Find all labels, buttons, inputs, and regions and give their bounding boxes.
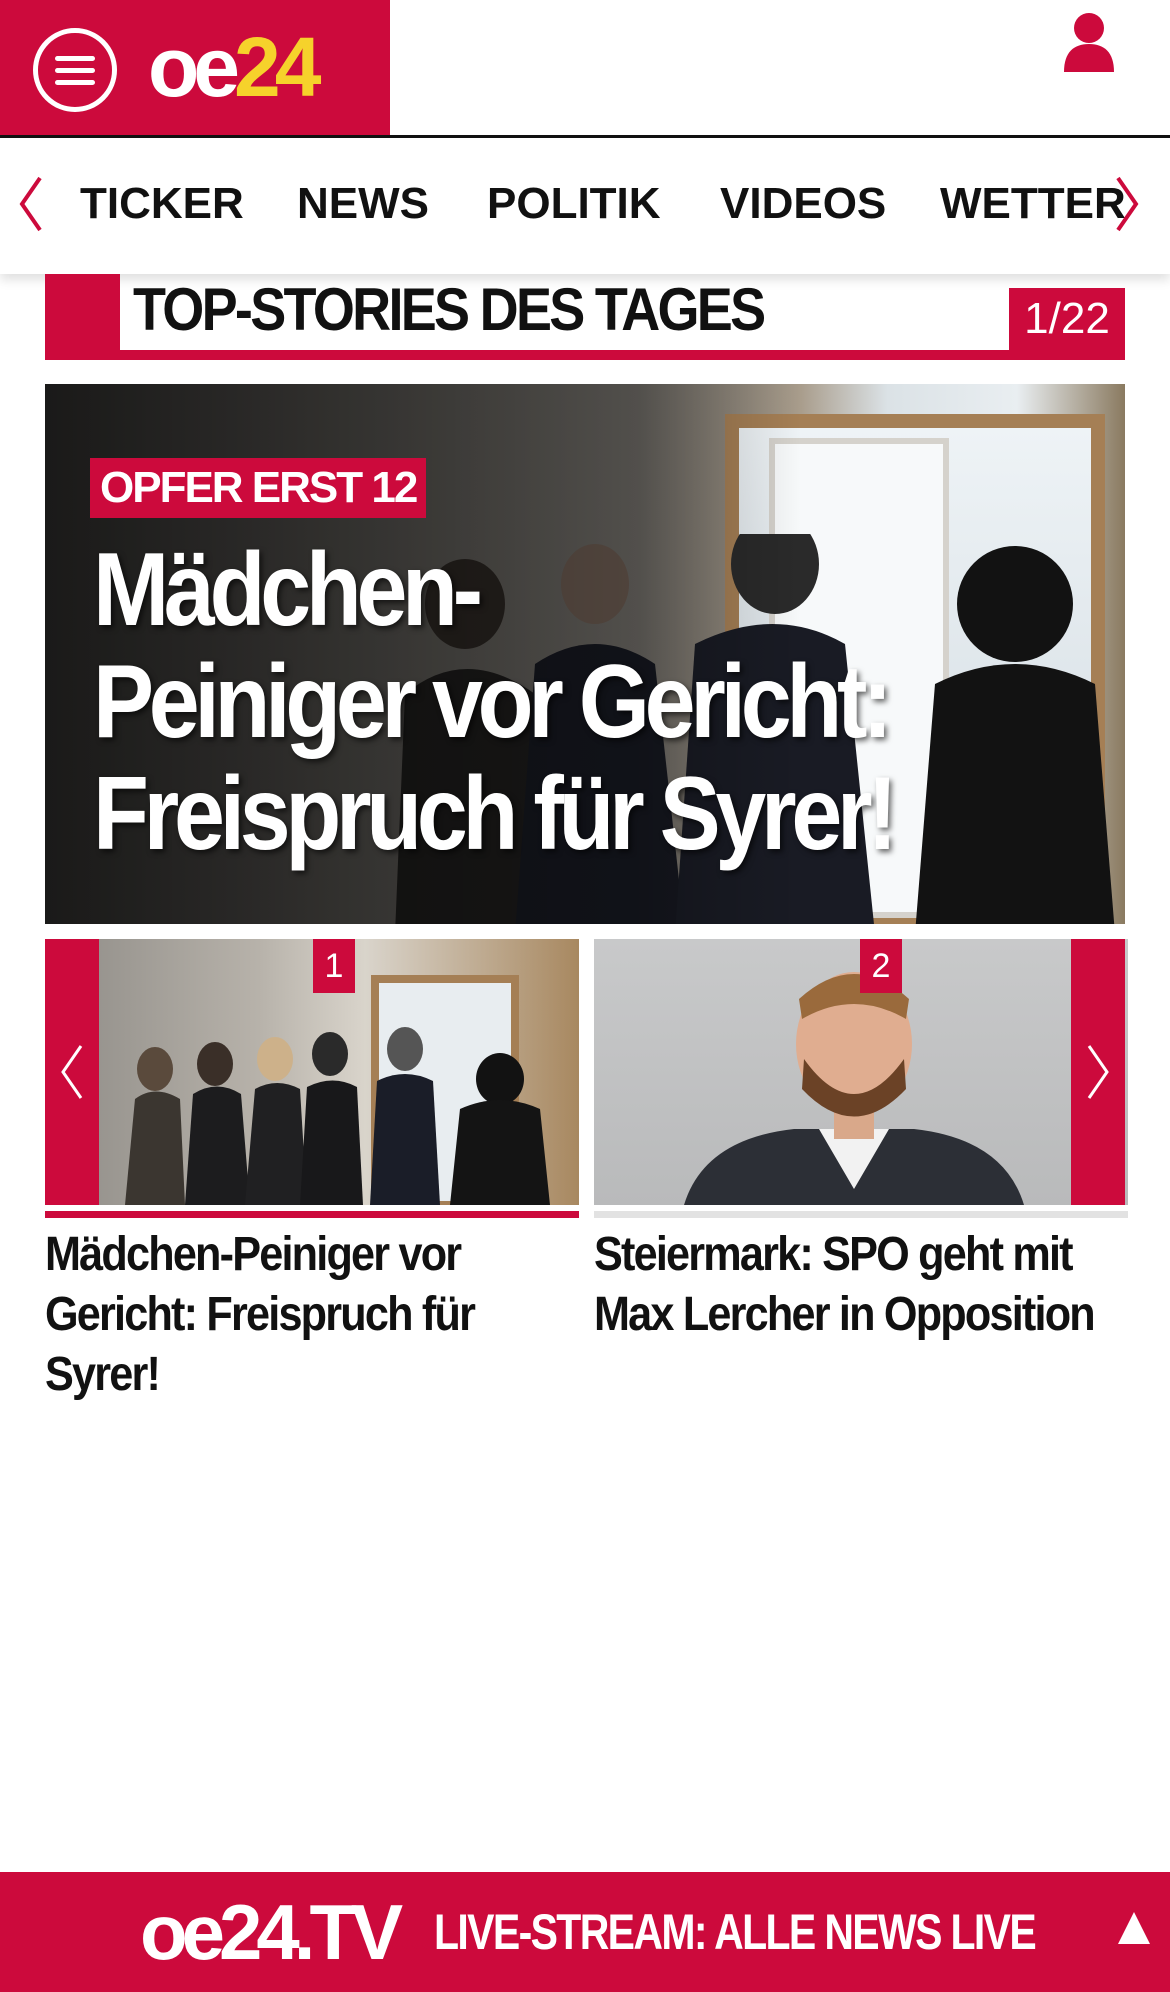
slide-counter: 1/22 [1009, 288, 1125, 350]
section-header: TOP-STORIES DES TAGES 1/22 [45, 274, 1125, 360]
teaser-number: 1 [313, 939, 355, 993]
teaser-image-people [125, 975, 550, 1205]
brand-block: oe24 [0, 0, 390, 135]
teaser-title[interactable]: Steiermark: SPO geht mit Max Lercher in … [594, 1225, 1096, 1345]
hero-title[interactable]: Mädchen- Peiniger vor Gericht: Freispruc… [93, 532, 898, 872]
nav-item-politik[interactable]: POLITIK [487, 178, 661, 230]
nav-item-videos[interactable]: VIDEOS [720, 178, 886, 230]
site-logo[interactable]: oe24 [148, 22, 322, 112]
site-header: oe24 [0, 0, 1170, 138]
nav-prev-arrow-icon[interactable] [16, 174, 46, 234]
teaser-title-line: Gericht: Freispruch für [45, 1288, 476, 1341]
nav-item-wetter[interactable]: WETTER [940, 178, 1126, 230]
carousel-prev-button[interactable] [45, 939, 99, 1205]
section-title: TOP-STORIES DES TAGES [133, 276, 766, 343]
hamburger-menu-icon[interactable] [33, 28, 117, 112]
teaser-title-line: Steiermark: SPO geht mit [594, 1228, 1074, 1281]
live-stream-label: LIVE-STREAM: ALLE NEWS LIVE [434, 1904, 1037, 1960]
section-accent-block [45, 274, 120, 360]
hero-story[interactable]: OPFER ERST 12 Mädchen- Peiniger vor Geri… [45, 384, 1125, 924]
hero-title-line: Peiniger vor Gericht: [93, 644, 893, 760]
teaser-title[interactable]: Mädchen-Peiniger vor Gericht: Freispruch… [45, 1225, 526, 1405]
expand-up-icon[interactable] [1116, 1910, 1152, 1946]
nav-item-ticker[interactable]: TICKER [80, 178, 244, 230]
live-stream-bar[interactable]: oe24.TV LIVE-STREAM: ALLE NEWS LIVE [0, 1872, 1170, 1992]
chevron-right-icon [1087, 1045, 1109, 1099]
nav-item-news[interactable]: NEWS [297, 178, 429, 230]
teaser-image: 2 [594, 939, 1128, 1205]
main-nav: TICKER NEWS POLITIK VIDEOS WETTER [0, 138, 1170, 274]
nav-next-arrow-icon[interactable] [1112, 174, 1142, 234]
hero-kicker: OPFER ERST 12 [90, 458, 427, 518]
section-underline [45, 350, 1125, 360]
teaser-inactive-bar [594, 1211, 1128, 1218]
teaser-title-line: Syrer! [45, 1348, 161, 1401]
teaser-active-bar [45, 1211, 579, 1218]
hero-title-line: Freispruch für Syrer! [93, 756, 898, 872]
chevron-left-icon [61, 1045, 83, 1099]
user-icon[interactable] [1062, 12, 1116, 72]
teaser-title-line: Max Lercher in Opposition [594, 1288, 1096, 1341]
teaser-title-line: Mädchen-Peiniger vor [45, 1228, 462, 1281]
hero-title-line: Mädchen- [93, 532, 483, 648]
tv-logo: oe24.TV [140, 1888, 403, 1976]
teaser-number: 2 [860, 939, 902, 993]
carousel-next-button[interactable] [1071, 939, 1125, 1205]
teaser-image: 1 [45, 939, 579, 1205]
